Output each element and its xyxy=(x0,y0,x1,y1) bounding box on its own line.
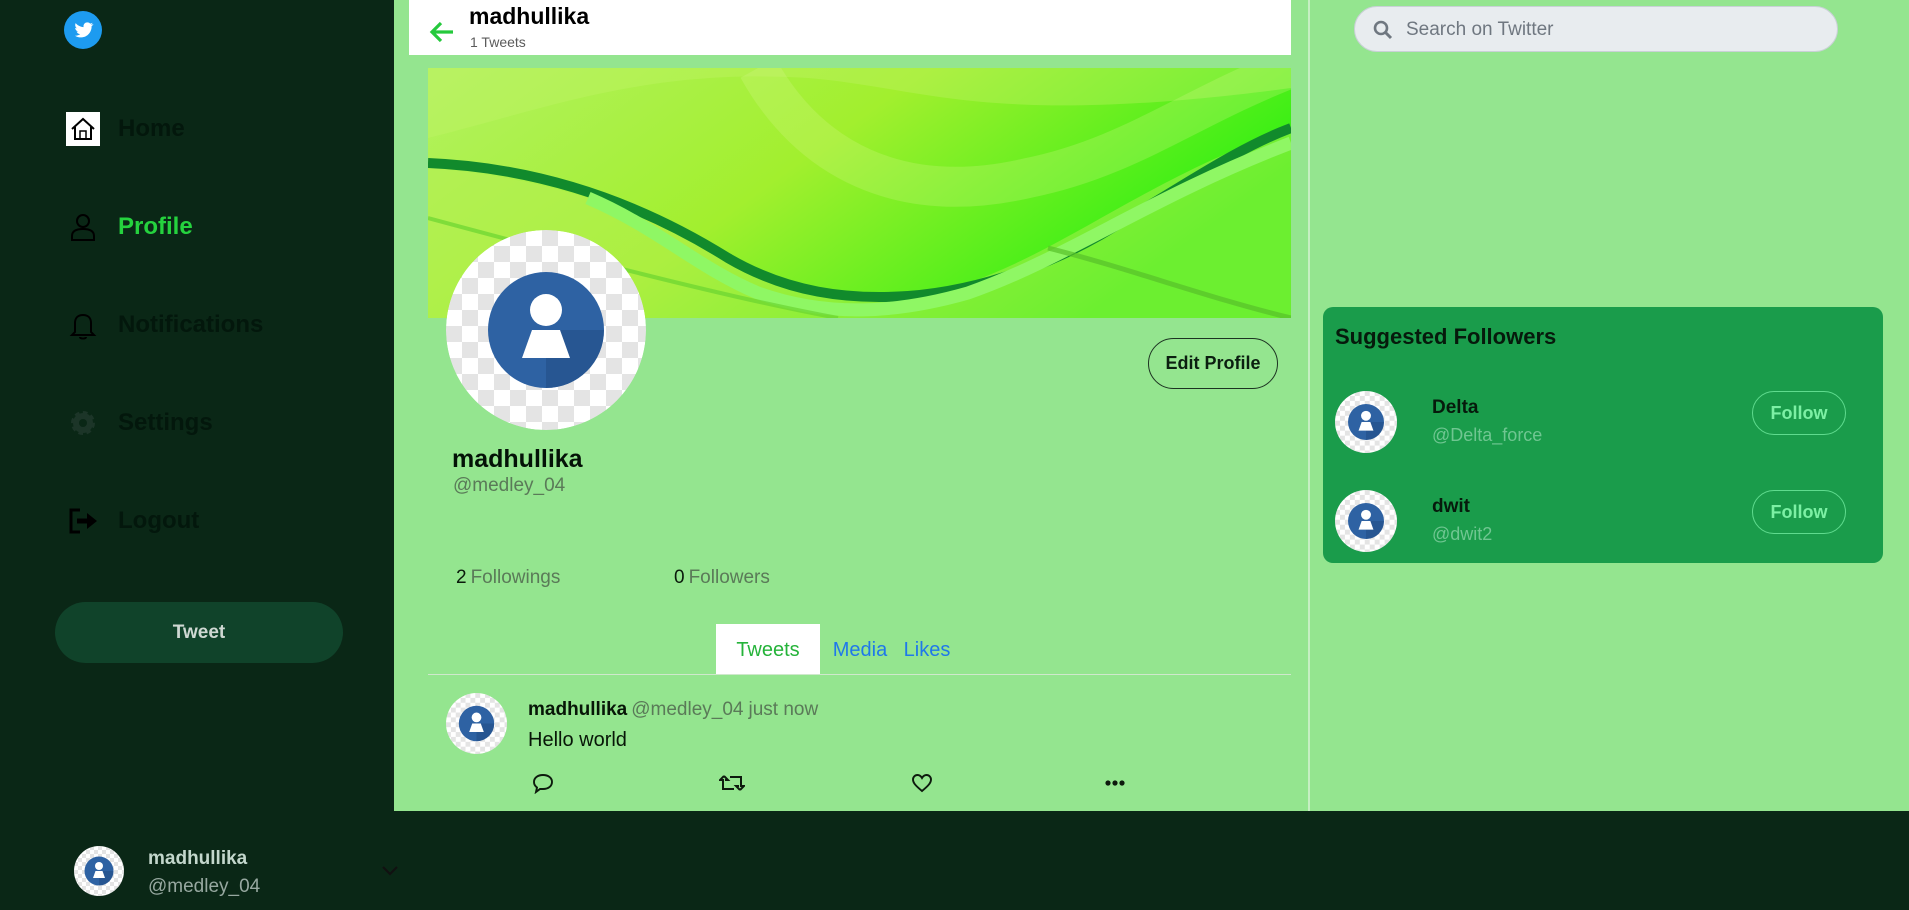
profile-main: madhullika 1 Tweets Edit Profile madhull… xyxy=(394,0,1310,811)
gear-icon xyxy=(66,406,100,440)
followers-count: 0 xyxy=(674,567,685,588)
nav-label-profile: Profile xyxy=(118,213,193,240)
nav-item-profile[interactable]: Profile xyxy=(66,207,193,247)
retweet-icon[interactable] xyxy=(719,771,745,795)
suggested-followers-panel: Suggested Followers Delta @Delta_force F… xyxy=(1323,307,1883,563)
left-sidebar: Home Profile Notifications Settings Logo… xyxy=(0,0,394,910)
twitter-bird-icon[interactable] xyxy=(64,11,102,49)
home-icon xyxy=(66,112,100,146)
back-arrow-icon[interactable] xyxy=(429,20,455,44)
tweet-time: just now xyxy=(748,699,819,720)
suggestion-row: dwit @dwit2 Follow xyxy=(1323,490,1883,570)
nav-item-logout[interactable]: Logout xyxy=(66,501,199,541)
suggestion-name: dwit xyxy=(1432,496,1470,517)
tab-tweets[interactable]: Tweets xyxy=(716,624,820,674)
nav-item-home[interactable]: Home xyxy=(66,109,185,149)
followers-label: Followers xyxy=(688,567,770,588)
reply-icon[interactable] xyxy=(530,771,556,795)
account-handle: @medley_04 xyxy=(148,876,261,897)
avatar xyxy=(74,846,124,896)
avatar[interactable] xyxy=(446,693,507,754)
nav-label-notifications: Notifications xyxy=(118,311,264,338)
header-tweet-count: 1 Tweets xyxy=(470,34,526,50)
follow-button[interactable]: Follow xyxy=(1752,490,1846,534)
followings-stat[interactable]: 2 Followings xyxy=(456,567,560,589)
more-icon[interactable] xyxy=(1102,771,1128,795)
header-name: madhullika xyxy=(469,3,590,29)
search-bar[interactable] xyxy=(1354,6,1838,53)
nav-label-home: Home xyxy=(118,115,185,142)
suggestion-name: Delta xyxy=(1432,397,1479,418)
follow-button[interactable]: Follow xyxy=(1752,391,1846,435)
profile-handle: @medley_04 xyxy=(453,475,566,496)
suggestion-handle: @Delta_force xyxy=(1432,425,1543,445)
profile-header: madhullika 1 Tweets xyxy=(409,0,1291,55)
profile-name: madhullika xyxy=(452,445,583,473)
search-icon xyxy=(1373,20,1393,40)
search-input[interactable] xyxy=(1404,7,1828,53)
nav-label-logout: Logout xyxy=(118,507,200,534)
tweet-author-name: madhullika xyxy=(528,699,628,720)
edit-profile-button[interactable]: Edit Profile xyxy=(1148,338,1278,389)
tweet-button[interactable]: Tweet xyxy=(55,602,343,663)
tab-media[interactable]: Media xyxy=(828,624,892,674)
avatar[interactable] xyxy=(1335,391,1397,453)
nav-label-settings: Settings xyxy=(118,409,213,436)
account-switcher[interactable]: madhullika @medley_04 xyxy=(0,830,410,910)
tweet-text: Hello world xyxy=(528,729,627,751)
account-name: madhullika xyxy=(148,848,248,869)
tab-likes[interactable]: Likes xyxy=(902,624,952,674)
profile-tabs: Tweets Media Likes xyxy=(428,624,1291,675)
bell-icon xyxy=(66,308,100,342)
suggestion-handle: @dwit2 xyxy=(1432,524,1493,544)
tweet-card[interactable]: madhullika @medley_04 just now Hello world xyxy=(428,675,1291,811)
tweet-author-handle: @medley_04 xyxy=(631,699,744,720)
nav-item-notifications[interactable]: Notifications xyxy=(66,305,263,345)
followings-count: 2 xyxy=(456,567,467,588)
profile-avatar[interactable] xyxy=(446,230,646,430)
followings-label: Followings xyxy=(470,567,561,588)
nav-item-settings[interactable]: Settings xyxy=(66,403,213,443)
avatar[interactable] xyxy=(1335,490,1397,552)
like-icon[interactable] xyxy=(909,771,935,795)
logout-icon xyxy=(66,504,100,538)
suggestion-row: Delta @Delta_force Follow xyxy=(1323,391,1883,471)
user-icon xyxy=(66,210,100,244)
tweet-header: madhullika @medley_04 just now xyxy=(528,699,818,721)
suggested-followers-title: Suggested Followers xyxy=(1335,324,1557,349)
followers-stat[interactable]: 0 Followers xyxy=(674,567,770,589)
chevron-down-icon[interactable] xyxy=(380,863,400,879)
right-column: Suggested Followers Delta @Delta_force F… xyxy=(1310,0,1909,811)
